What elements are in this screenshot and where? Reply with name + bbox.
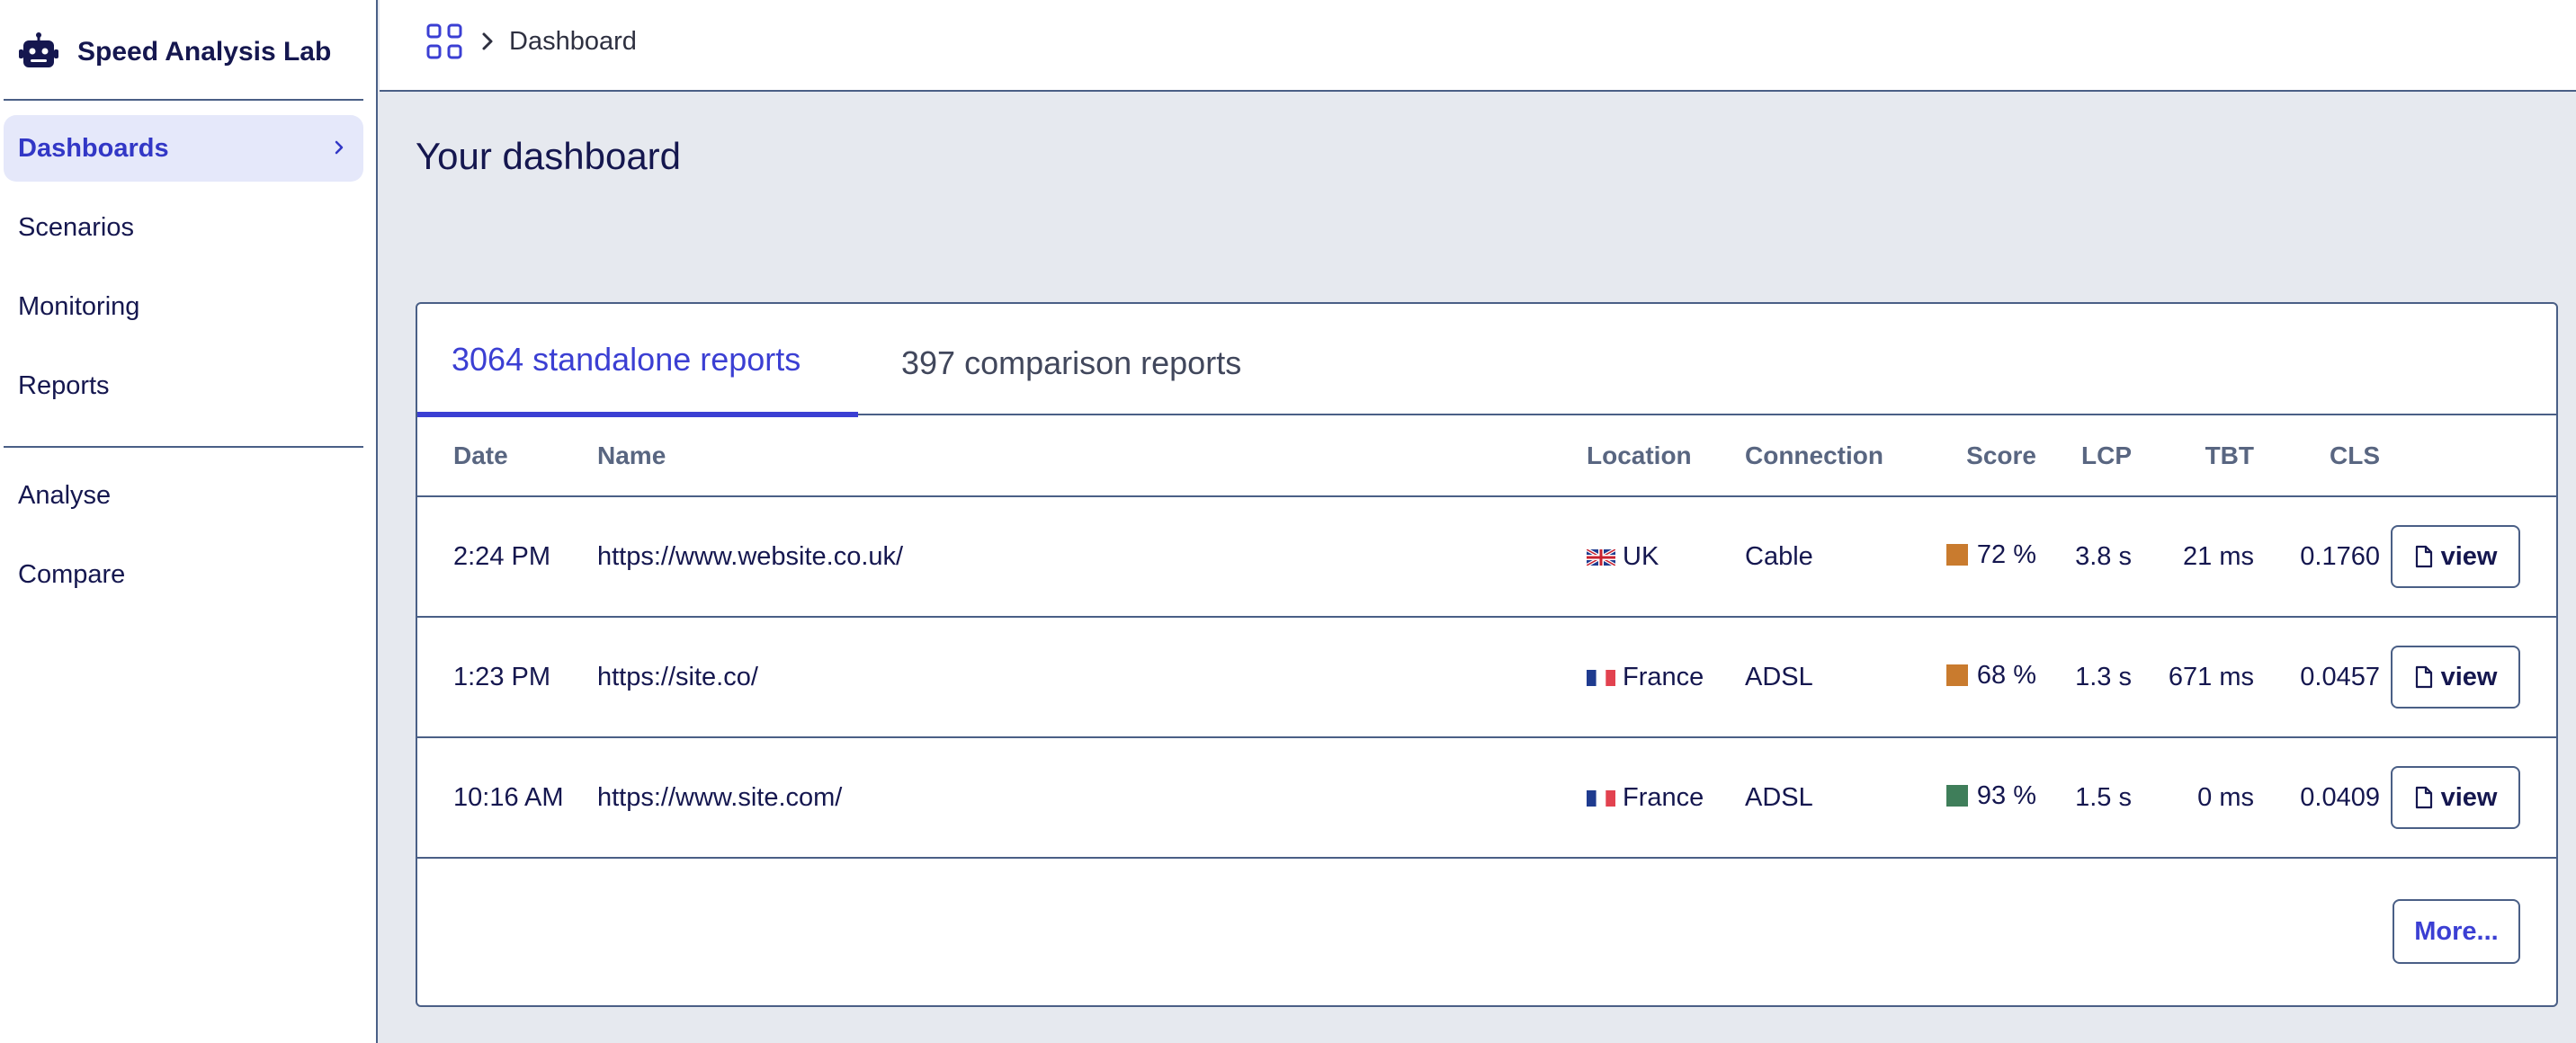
cell-connection: ADSL <box>1745 737 1925 859</box>
more-reports-button[interactable]: More... <box>2393 899 2520 964</box>
sidebar-divider <box>4 99 363 101</box>
cell-location: France <box>1587 617 1745 738</box>
cell-lcp: 3.8 s <box>2036 496 2132 618</box>
app-name: Speed Analysis Lab <box>77 37 332 67</box>
location-label: France <box>1623 782 1704 812</box>
sidebar-item-compare[interactable]: Compare <box>4 541 363 608</box>
cell-score: 68 % <box>1925 617 2036 738</box>
cell-tbt: 21 ms <box>2132 496 2254 618</box>
cell-lcp: 1.5 s <box>2036 737 2132 859</box>
tab-comparison-reports[interactable]: 397 comparison reports <box>890 308 1268 419</box>
column-header-cls: CLS <box>2254 415 2380 497</box>
sidebar-item-label: Scenarios <box>18 212 134 242</box>
sidebar-item-label: Reports <box>18 370 110 400</box>
column-header-location: Location <box>1587 415 1745 497</box>
cell-name: https://www.site.com/ <box>597 737 1587 859</box>
sidebar-item-reports[interactable]: Reports <box>4 352 363 419</box>
cell-date: 10:16 AM <box>417 737 597 859</box>
cell-actions: view <box>2380 496 2556 618</box>
sidebar-item-label: Compare <box>18 559 126 589</box>
sidebar-item-label: Analyse <box>18 480 112 510</box>
brand[interactable]: Speed Analysis Lab <box>18 27 331 77</box>
location-label: France <box>1623 662 1704 691</box>
view-label: view <box>2440 541 2498 571</box>
score-value: 72 % <box>1976 539 2036 569</box>
view-label: view <box>2440 782 2498 812</box>
table-header-row: Date Name Location Connection Score LCP … <box>417 415 2556 497</box>
score-value: 93 % <box>1976 780 2036 810</box>
score-value: 68 % <box>1976 660 2036 690</box>
document-icon <box>2415 786 2432 809</box>
cell-score: 93 % <box>1925 737 2036 859</box>
cell-location: UK <box>1587 496 1745 618</box>
reports-table: Date Name Location Connection Score LCP … <box>417 415 2556 859</box>
sidebar-item-dashboards[interactable]: Dashboards <box>4 115 363 182</box>
cell-name: https://www.website.co.uk/ <box>597 496 1587 618</box>
column-header-score: Score <box>1925 415 2036 497</box>
apps-grid-icon[interactable] <box>426 23 462 59</box>
cell-tbt: 0 ms <box>2132 737 2254 859</box>
breadcrumb-current: Dashboard <box>509 27 637 56</box>
cell-cls: 0.1760 <box>2254 496 2380 618</box>
cell-cls: 0.0409 <box>2254 737 2380 859</box>
cell-name: https://site.co/ <box>597 617 1587 738</box>
tab-label: 397 comparison reports <box>901 344 1242 381</box>
more-label: More... <box>2414 916 2499 946</box>
score-indicator <box>1945 664 1968 687</box>
chevron-right-icon <box>482 32 493 50</box>
view-report-button[interactable]: view <box>2391 766 2520 829</box>
view-report-button[interactable]: view <box>2391 646 2520 709</box>
cell-actions: view <box>2380 617 2556 738</box>
france-flag-icon <box>1587 669 1615 686</box>
page-title: Your dashboard <box>416 135 682 177</box>
cell-location: France <box>1587 737 1745 859</box>
column-header-lcp: LCP <box>2036 415 2132 497</box>
view-report-button[interactable]: view <box>2391 525 2520 588</box>
robot-logo-icon <box>19 32 58 67</box>
column-header-actions <box>2380 415 2556 497</box>
chevron-right-icon <box>335 140 344 155</box>
document-icon <box>2415 545 2432 568</box>
tab-label: 3064 standalone reports <box>452 341 801 378</box>
table-row[interactable]: 10:16 AM https://www.site.com/ France AD… <box>417 737 2556 859</box>
france-flag-icon <box>1587 789 1615 807</box>
score-indicator <box>1945 544 1968 566</box>
cell-connection: Cable <box>1745 496 1925 618</box>
uk-flag-icon <box>1587 548 1615 566</box>
cell-date: 2:24 PM <box>417 496 597 618</box>
tab-standalone-reports[interactable]: 3064 standalone reports <box>417 304 858 417</box>
column-header-tbt: TBT <box>2132 415 2254 497</box>
sidebar: Speed Analysis Lab Dashboards Scenarios … <box>0 0 378 1043</box>
view-label: view <box>2440 662 2498 691</box>
column-header-connection: Connection <box>1745 415 1925 497</box>
document-icon <box>2415 665 2432 689</box>
sidebar-item-monitoring[interactable]: Monitoring <box>4 273 363 340</box>
sidebar-item-label: Monitoring <box>18 291 140 321</box>
sidebar-item-scenarios[interactable]: Scenarios <box>4 194 363 261</box>
sidebar-item-label: Dashboards <box>18 133 169 163</box>
column-header-date: Date <box>417 415 597 497</box>
table-row[interactable]: 1:23 PM https://site.co/ France ADSL 68 … <box>417 617 2556 738</box>
cell-connection: ADSL <box>1745 617 1925 738</box>
table-row[interactable]: 2:24 PM https://www.website.co.uk/ UK Ca… <box>417 496 2556 618</box>
report-tabs: 3064 standalone reports 397 comparison r… <box>417 304 2556 417</box>
cell-actions: view <box>2380 737 2556 859</box>
cell-score: 72 % <box>1925 496 2036 618</box>
sidebar-divider <box>4 446 363 448</box>
location-label: UK <box>1623 541 1659 571</box>
sidebar-item-analyse[interactable]: Analyse <box>4 462 363 529</box>
cell-date: 1:23 PM <box>417 617 597 738</box>
cell-lcp: 1.3 s <box>2036 617 2132 738</box>
column-header-name: Name <box>597 415 1587 497</box>
topbar: Dashboard <box>380 0 2576 92</box>
cell-cls: 0.0457 <box>2254 617 2380 738</box>
cell-tbt: 671 ms <box>2132 617 2254 738</box>
score-indicator <box>1945 785 1968 807</box>
reports-card: 3064 standalone reports 397 comparison r… <box>416 302 2558 1007</box>
